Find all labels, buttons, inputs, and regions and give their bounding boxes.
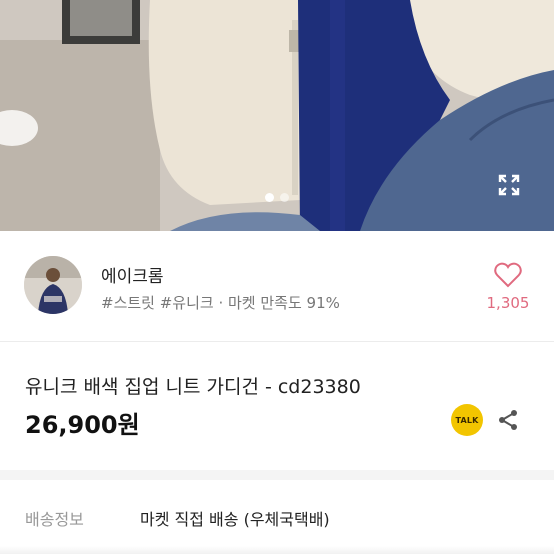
avatar-image [24,256,82,314]
like-button[interactable] [492,259,524,291]
shop-tags: #스트릿 #유니크 · 마켓 만족도 91% [101,294,340,312]
share-button[interactable] [494,406,522,434]
shop-avatar[interactable] [24,256,82,314]
bottom-edge [0,546,554,554]
section-divider [0,470,554,480]
heart-icon [494,262,522,288]
shipping-label: 배송정보 [25,510,84,529]
shipping-value: 마켓 직접 배송 (우체국택배) [140,510,330,529]
product-price: 26,900원 [25,411,140,439]
carousel-indicator [0,193,554,202]
product-title: 유니크 배색 집업 니트 가디건 - cd23380 [25,376,361,398]
expand-button[interactable] [497,173,529,205]
talk-button[interactable]: TALK [451,404,483,436]
shop-name[interactable]: 에이크롬 [101,262,164,287]
carousel-dot[interactable] [280,193,289,202]
share-icon [499,410,517,430]
expand-icon [498,174,520,196]
talk-label: TALK [455,415,479,425]
shop-info[interactable]: 에이크롬 #스트릿 #유니크 · 마켓 만족도 91% 1,305 [0,231,554,342]
carousel-dot-active[interactable] [265,193,274,202]
like-count: 1,305 [486,294,530,312]
product-image[interactable] [0,0,554,231]
